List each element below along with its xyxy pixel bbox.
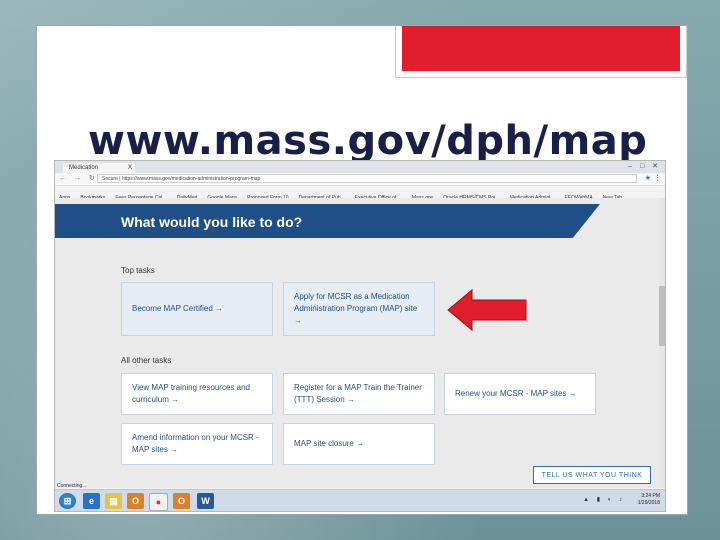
task-card-training-resources[interactable]: View MAP training resources and curricul…: [121, 373, 273, 415]
scrollbar-thumb[interactable]: [659, 286, 665, 346]
outlook-icon-2[interactable]: O: [173, 493, 190, 509]
taskbar-clock[interactable]: 3:24 PM 1/29/2018: [638, 493, 660, 507]
windows-taskbar: ⊞ e ▤ O ● O W ▲ ▮ ◐ ♪ 3:24 PM 1/29/2018: [55, 489, 665, 511]
start-button-icon[interactable]: ⊞: [59, 493, 76, 509]
system-tray-icons[interactable]: ▲ ▮ ◐ ♪: [583, 496, 625, 503]
top-tasks-label: Top tasks: [121, 266, 155, 275]
task-card-site-closure[interactable]: MAP site closure →: [283, 423, 435, 465]
word-icon[interactable]: W: [197, 493, 214, 509]
web-page: What would you like to do? Top tasks Bec…: [55, 198, 665, 488]
feedback-button[interactable]: TELL US WHAT YOU THINK: [533, 466, 651, 484]
hero-title: What would you like to do?: [121, 214, 303, 230]
hero-banner: What would you like to do?: [55, 204, 600, 238]
file-explorer-icon[interactable]: ▤: [105, 493, 122, 509]
other-tasks-label: All other tasks: [121, 356, 172, 365]
browser-screenshot: Medication Administrati... X – □ ✕ ← → ↻…: [54, 160, 666, 512]
browser-tab[interactable]: Medication Administrati... X: [63, 163, 135, 181]
window-controls[interactable]: – □ ✕: [628, 162, 661, 170]
red-arrow-icon: [447, 288, 527, 332]
task-card-ttt-session[interactable]: Register for a MAP Train the Trainer (TT…: [283, 373, 435, 415]
browser-tabbar: Medication Administrati... X – □ ✕: [55, 161, 665, 181]
task-card-apply-mcsr[interactable]: Apply for MCSR as a Medication Administr…: [283, 282, 435, 336]
task-card-renew-mcsr[interactable]: Renew your MCSR - MAP sites →: [444, 373, 596, 415]
outlook-icon[interactable]: O: [127, 493, 144, 509]
url-field[interactable]: Secure | https://www.mass.gov/medication…: [97, 174, 637, 183]
clock-date: 1/29/2018: [637, 500, 660, 506]
task-card-become-map-certified[interactable]: Become MAP Certified →: [121, 282, 273, 336]
bookmark-star-icon[interactable]: ★: [645, 174, 651, 182]
task-card-amend-info[interactable]: Amend information on your MCSR - MAP sit…: [121, 423, 273, 465]
page-scrollbar[interactable]: [659, 198, 665, 488]
red-accent-tab: [395, 26, 687, 78]
clock-time: 3:24 PM: [641, 493, 660, 499]
address-bar-row: ← → ↻ ⌂ Secure | https://www.mass.gov/me…: [55, 173, 665, 186]
slide-title: www.mass.gov/dph/map: [88, 118, 648, 164]
chrome-icon[interactable]: ●: [149, 493, 168, 511]
tab-close-icon[interactable]: X: [128, 163, 132, 173]
internet-explorer-icon[interactable]: e: [83, 493, 100, 509]
menu-icon[interactable]: ⋮: [654, 174, 661, 182]
